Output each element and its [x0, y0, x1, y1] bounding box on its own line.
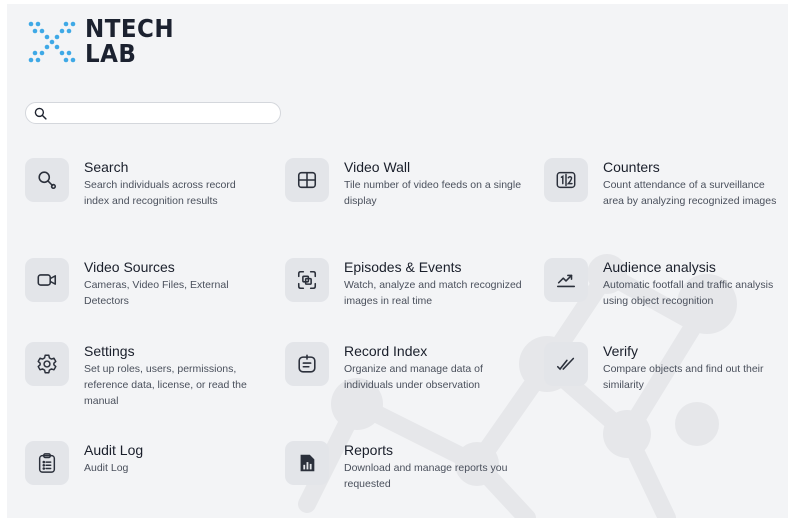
tile-title: Settings — [84, 343, 135, 359]
tile-audience-analysis[interactable]: Audience analysis Automatic footfall and… — [544, 258, 788, 309]
tile-counters[interactable]: Counters Count attendance of a surveilla… — [544, 158, 788, 209]
tile-title: Audience analysis — [603, 259, 716, 275]
tile-icon-box — [285, 342, 329, 386]
report-icon — [300, 454, 315, 472]
tile-title: Video Wall — [344, 159, 411, 175]
tile-icon-box — [25, 158, 69, 202]
launcher-page: NTECH LAB Search Search individuals acro… — [7, 4, 788, 518]
tile-settings[interactable]: Settings Set up roles, users, permission… — [25, 342, 270, 409]
tile-icon-box — [25, 342, 69, 386]
double-check-icon — [556, 357, 575, 371]
tile-description: Count attendance of a surveillance area … — [603, 179, 777, 207]
tile-episodes-events[interactable]: Episodes & Events Watch, analyze and mat… — [285, 258, 530, 309]
tile-title: Episodes & Events — [344, 259, 462, 275]
tile-title: Audit Log — [84, 442, 144, 458]
tile-video-sources[interactable]: Video Sources Cameras, Video Files, Exte… — [25, 258, 270, 309]
tile-verify[interactable]: Verify Compare objects and find out thei… — [544, 342, 788, 393]
search-bar[interactable] — [25, 102, 281, 124]
tile-reports[interactable]: Reports Download and manage reports you … — [285, 441, 530, 492]
tile-description: Tile number of video feeds on a single d… — [344, 179, 522, 207]
brand-name: NTECH LAB — [85, 16, 174, 66]
tile-description: Download and manage reports you requeste… — [344, 462, 508, 490]
tile-description: Search individuals across record index a… — [84, 179, 236, 207]
ntech-logo-icon — [28, 21, 76, 63]
search-icon — [38, 171, 57, 190]
tile-audit-log[interactable]: Audit Log Audit Log — [25, 441, 270, 485]
search-icon — [34, 107, 47, 120]
tile-search[interactable]: Search Search individuals across record … — [25, 158, 270, 209]
tile-icon-box — [285, 441, 329, 485]
tile-description: Compare objects and find out their simil… — [603, 363, 764, 391]
grid-layout-icon — [297, 171, 317, 189]
video-camera-icon — [37, 274, 57, 286]
tile-description: Automatic footfall and traffic analysis … — [603, 279, 774, 307]
tile-title: Search — [84, 159, 129, 175]
brand-name-line2: LAB — [85, 39, 137, 68]
counter-icon — [556, 171, 576, 189]
tile-icon-box — [544, 158, 588, 202]
episodes-icon — [297, 270, 317, 290]
tile-title: Counters — [603, 159, 660, 175]
trend-icon — [556, 274, 576, 288]
tile-description: Cameras, Video Files, External Detectors — [84, 279, 229, 307]
tile-description: Organize and manage data of individuals … — [344, 363, 483, 391]
tile-icon-box — [25, 441, 69, 485]
tile-description: Audit Log — [84, 462, 129, 474]
tile-title: Reports — [344, 442, 394, 458]
tile-description: Watch, analyze and match recognized imag… — [344, 279, 522, 307]
brand-logo: NTECH LAB — [25, 14, 182, 68]
brand-name-line1: NTECH — [85, 14, 175, 43]
tile-icon-box — [544, 342, 588, 386]
tile-title: Record Index — [344, 343, 428, 359]
tile-title: Verify — [603, 343, 639, 359]
search-input[interactable] — [51, 105, 275, 121]
record-index-icon — [298, 354, 316, 373]
clipboard-list-icon — [38, 453, 56, 473]
tile-title: Video Sources — [84, 259, 175, 275]
tile-icon-box — [285, 258, 329, 302]
gear-icon — [37, 354, 57, 374]
tile-icon-box — [544, 258, 588, 302]
tile-icon-box — [25, 258, 69, 302]
tile-record-index[interactable]: Record Index Organize and manage data of… — [285, 342, 530, 393]
tile-description: Set up roles, users, permissions, refere… — [84, 363, 247, 407]
tile-icon-box — [285, 158, 329, 202]
tile-video-wall[interactable]: Video Wall Tile number of video feeds on… — [285, 158, 530, 209]
